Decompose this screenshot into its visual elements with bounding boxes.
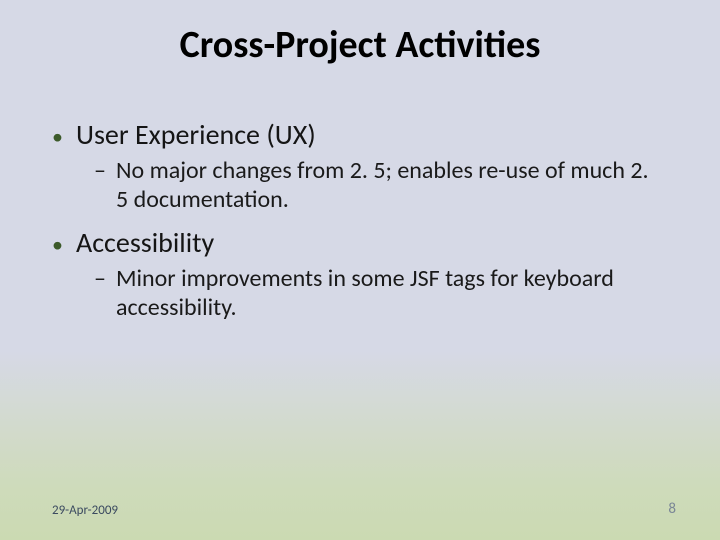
footer-page-number: 8 — [668, 500, 676, 518]
bullet-text: User Experience (UX) — [76, 120, 316, 151]
bullet-icon: • — [52, 234, 76, 256]
bullet-icon: • — [52, 126, 76, 148]
bullet-item: • User Experience (UX) — [52, 120, 668, 151]
slide-content: • User Experience (UX) – No major change… — [52, 120, 668, 337]
dash-icon: – — [94, 158, 116, 184]
sub-bullet-item: – Minor improvements in some JSF tags fo… — [94, 265, 668, 323]
bullet-item: • Accessibility — [52, 228, 668, 259]
sub-bullet-item: – No major changes from 2. 5; enables re… — [94, 157, 668, 215]
dash-icon: – — [94, 266, 116, 292]
footer-date: 29-Apr-2009 — [52, 503, 118, 518]
sub-bullet-text: No major changes from 2. 5; enables re-u… — [116, 157, 656, 215]
bullet-text: Accessibility — [76, 228, 214, 259]
sub-bullet-text: Minor improvements in some JSF tags for … — [116, 265, 656, 323]
slide-title: Cross-Project Activities — [0, 22, 720, 68]
slide: Cross-Project Activities • User Experien… — [0, 0, 720, 540]
